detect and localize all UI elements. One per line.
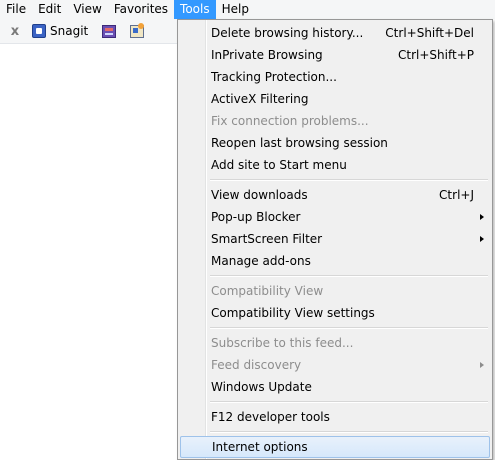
menu-edit[interactable]: Edit — [32, 0, 67, 19]
capture-window-icon[interactable] — [102, 24, 117, 38]
menu-item-label: Internet options — [212, 440, 308, 454]
tools-menu-list: Delete browsing history... Ctrl+Shift+De… — [180, 22, 490, 458]
menu-item-label: F12 developer tools — [211, 410, 330, 424]
menu-view[interactable]: View — [67, 0, 107, 19]
menu-item-manage-addons[interactable]: Manage add-ons — [180, 250, 490, 272]
menu-item-activex-filtering[interactable]: ActiveX Filtering — [180, 88, 490, 110]
menu-item-shortcut: Ctrl+Shift+P — [398, 48, 474, 62]
command-toolbar: x Snagit — [0, 19, 177, 44]
menu-item-compatibility-view-settings[interactable]: Compatibility View settings — [180, 302, 490, 324]
menu-item-subscribe-feed: Subscribe to this feed... — [180, 332, 490, 354]
menu-item-label: Compatibility View settings — [211, 306, 375, 320]
menu-item-label: InPrivate Browsing — [211, 48, 323, 62]
menu-separator — [180, 398, 490, 406]
menu-item-reopen-last-session[interactable]: Reopen last browsing session — [180, 132, 490, 154]
menu-item-compatibility-view: Compatibility View — [180, 280, 490, 302]
menu-item-label: Add site to Start menu — [211, 158, 347, 172]
snagit-button[interactable]: Snagit — [32, 24, 88, 38]
menu-item-add-site-to-start[interactable]: Add site to Start menu — [180, 154, 490, 176]
menu-item-view-downloads[interactable]: View downloads Ctrl+J — [180, 184, 490, 206]
submenu-arrow-icon — [480, 236, 484, 242]
menu-separator — [180, 272, 490, 280]
close-icon[interactable]: x — [8, 24, 22, 39]
menu-item-label: Manage add-ons — [211, 254, 311, 268]
menu-item-label: Compatibility View — [211, 284, 324, 298]
menu-separator — [180, 176, 490, 184]
menu-item-shortcut: Ctrl+J — [439, 188, 474, 202]
menu-item-label: Feed discovery — [211, 358, 302, 372]
menu-item-label: Subscribe to this feed... — [211, 336, 354, 350]
menu-bar: File Edit View Favorites Tools Help — [0, 0, 495, 19]
menu-help[interactable]: Help — [216, 0, 255, 19]
menu-item-label: Delete browsing history... — [211, 26, 364, 40]
menu-item-f12-developer-tools[interactable]: F12 developer tools — [180, 406, 490, 428]
submenu-arrow-icon — [480, 214, 484, 220]
snagit-label: Snagit — [50, 24, 89, 38]
menu-item-fix-connection-problems: Fix connection problems... — [180, 110, 490, 132]
menu-item-label: Reopen last browsing session — [211, 136, 388, 150]
menu-item-label: Pop-up Blocker — [211, 210, 301, 224]
menu-item-shortcut: Ctrl+Shift+Del — [385, 26, 474, 40]
menu-separator — [180, 428, 490, 436]
menu-item-windows-update[interactable]: Windows Update — [180, 376, 490, 398]
menu-item-inprivate-browsing[interactable]: InPrivate Browsing Ctrl+Shift+P — [180, 44, 490, 66]
tools-menu: Delete browsing history... Ctrl+Shift+De… — [177, 19, 493, 460]
menu-item-delete-browsing-history[interactable]: Delete browsing history... Ctrl+Shift+De… — [180, 22, 490, 44]
menu-favorites[interactable]: Favorites — [108, 0, 174, 19]
menu-item-label: Tracking Protection... — [211, 70, 337, 84]
menu-separator — [180, 324, 490, 332]
menu-item-smartscreen-filter[interactable]: SmartScreen Filter — [180, 228, 490, 250]
edit-image-icon[interactable] — [130, 22, 145, 38]
menu-item-internet-options[interactable]: Internet options — [180, 436, 490, 458]
menu-item-popup-blocker[interactable]: Pop-up Blocker — [180, 206, 490, 228]
menu-item-label: Windows Update — [211, 380, 312, 394]
menu-item-label: SmartScreen Filter — [211, 232, 323, 246]
menu-tools[interactable]: Tools — [174, 0, 216, 19]
snagit-icon — [32, 24, 46, 38]
menu-file[interactable]: File — [0, 0, 32, 19]
menu-item-label: Fix connection problems... — [211, 114, 369, 128]
menu-item-feed-discovery: Feed discovery — [180, 354, 490, 376]
submenu-arrow-icon — [480, 362, 484, 368]
menu-item-tracking-protection[interactable]: Tracking Protection... — [180, 66, 490, 88]
menu-item-label: ActiveX Filtering — [211, 92, 309, 106]
menu-item-label: View downloads — [211, 188, 308, 202]
